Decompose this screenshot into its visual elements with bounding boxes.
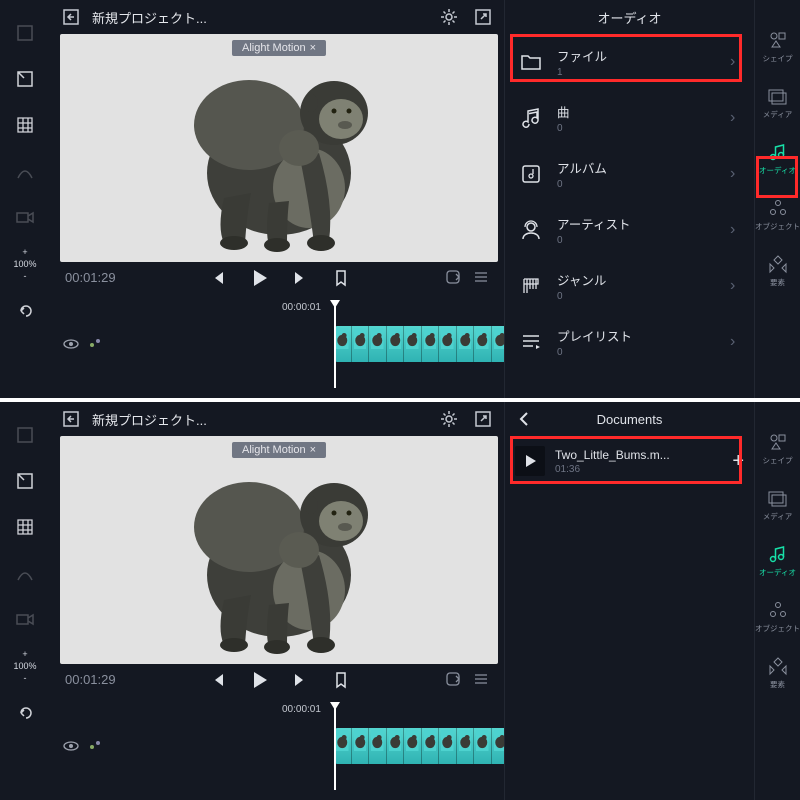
visibility-icon[interactable]: [62, 335, 80, 353]
audio-item-playlists[interactable]: プレイリスト0 ›: [505, 314, 754, 370]
back-to-projects-icon[interactable]: [60, 6, 82, 28]
transport-controls: [60, 262, 498, 294]
audio-file-item[interactable]: Two_Little_Bums.m... 01:36 +: [505, 436, 754, 486]
documents-panel: Documents Two_Little_Bums.m... 01:36 +: [504, 402, 754, 800]
undo-icon[interactable]: [10, 698, 40, 728]
canvas-viewport[interactable]: Alight Motion×: [60, 436, 498, 664]
chevron-right-icon: ›: [730, 109, 740, 127]
album-icon: [519, 162, 543, 186]
top-bar: 新規プロジェクト...: [50, 0, 504, 34]
right-tab-bar: シェイプ メディア オーディオ オブジェクト 要素: [754, 0, 800, 398]
timeline-timestamp: 00:00:01: [282, 704, 321, 715]
preview-play-icon[interactable]: [515, 446, 545, 476]
tab-audio[interactable]: オーディオ: [759, 544, 796, 578]
folder-icon: [519, 50, 543, 74]
canvas-content: [169, 53, 389, 253]
export-icon[interactable]: [472, 6, 494, 28]
chevron-right-icon: ›: [730, 165, 740, 183]
tab-object[interactable]: オブジェクト: [755, 198, 800, 232]
chevron-right-icon: ›: [730, 277, 740, 295]
go-end-icon[interactable]: [292, 671, 310, 689]
app-screenshot-top: +100%- 新規プロジェクト... Alight Motion× 00:01:…: [0, 0, 800, 398]
export-icon[interactable]: [472, 408, 494, 430]
back-chevron-icon[interactable]: [515, 410, 533, 428]
file-name: Two_Little_Bums.m...: [555, 448, 695, 462]
play-icon[interactable]: [248, 267, 270, 289]
settings-icon[interactable]: [438, 408, 460, 430]
tool-transform-icon[interactable]: [10, 420, 40, 450]
tab-element[interactable]: 要素: [768, 656, 788, 690]
tool-fold-icon[interactable]: [10, 64, 40, 94]
bookmark-icon[interactable]: [332, 671, 350, 689]
tool-bezier-icon[interactable]: [10, 558, 40, 588]
settings-icon[interactable]: [438, 6, 460, 28]
go-end-icon[interactable]: [292, 269, 310, 287]
tab-shape[interactable]: シェイプ: [763, 432, 793, 466]
artist-icon: [519, 218, 543, 242]
audio-item-artists[interactable]: アーティスト0 ›: [505, 202, 754, 258]
chevron-right-icon: ›: [730, 53, 740, 71]
go-start-icon[interactable]: [208, 671, 226, 689]
timeline[interactable]: 00:00:01: [60, 702, 498, 800]
go-start-icon[interactable]: [208, 269, 226, 287]
left-toolbar: +100%-: [0, 402, 50, 800]
tool-grid-icon[interactable]: [10, 512, 40, 542]
canvas-content: [169, 455, 389, 655]
project-name[interactable]: 新規プロジェクト...: [92, 410, 207, 429]
playlist-icon: [519, 330, 543, 354]
add-to-timeline-icon[interactable]: +: [732, 450, 744, 473]
transport-controls: [60, 664, 498, 696]
documents-panel-title: Documents: [505, 402, 754, 436]
timeline-options-icon[interactable]: [472, 268, 490, 286]
audio-item-albums[interactable]: アルバム0 ›: [505, 146, 754, 202]
zoom-control[interactable]: +100%-: [13, 246, 36, 282]
timeline-timestamp: 00:00:01: [282, 302, 321, 313]
bookmark-icon[interactable]: [332, 269, 350, 287]
right-tab-bar: シェイプ メディア オーディオ オブジェクト 要素: [754, 402, 800, 800]
chevron-right-icon: ›: [730, 221, 740, 239]
tool-transform-icon[interactable]: [10, 18, 40, 48]
loop-icon[interactable]: [444, 268, 462, 286]
back-to-projects-icon[interactable]: [60, 408, 82, 430]
zoom-control[interactable]: +100%-: [13, 648, 36, 684]
play-icon[interactable]: [248, 669, 270, 691]
file-duration: 01:36: [555, 464, 722, 475]
audio-item-genres[interactable]: ジャンル0 ›: [505, 258, 754, 314]
app-screenshot-bottom: +100%- 新規プロジェクト... Alight Motion× 00:01:…: [0, 402, 800, 800]
loop-icon[interactable]: [444, 670, 462, 688]
top-bar: 新規プロジェクト...: [50, 402, 504, 436]
tab-media[interactable]: メディア: [763, 488, 792, 522]
tool-camera-icon[interactable]: [10, 202, 40, 232]
layer-style-icon[interactable]: [88, 737, 104, 755]
audio-panel: オーディオ ファイル1 › 曲0 › アルバム0 › アーティスト0 › ジャン…: [504, 0, 754, 398]
playhead[interactable]: [334, 702, 336, 790]
project-name[interactable]: 新規プロジェクト...: [92, 8, 207, 27]
genre-icon: [519, 274, 543, 298]
audio-panel-title: オーディオ: [505, 0, 754, 34]
left-toolbar: +100%-: [0, 0, 50, 398]
playhead[interactable]: [334, 300, 336, 388]
tab-media[interactable]: メディア: [763, 86, 792, 120]
timeline[interactable]: 00:00:01: [60, 300, 498, 398]
tab-object[interactable]: オブジェクト: [755, 600, 800, 634]
tab-element[interactable]: 要素: [768, 254, 788, 288]
tab-shape[interactable]: シェイプ: [763, 30, 793, 64]
audio-item-songs[interactable]: 曲0 ›: [505, 90, 754, 146]
undo-icon[interactable]: [10, 296, 40, 326]
tool-fold-icon[interactable]: [10, 466, 40, 496]
timeline-options-icon[interactable]: [472, 670, 490, 688]
audio-item-file[interactable]: ファイル1 ›: [505, 34, 754, 90]
tool-bezier-icon[interactable]: [10, 156, 40, 186]
chevron-right-icon: ›: [730, 333, 740, 351]
music-note-icon: [519, 106, 543, 130]
canvas-viewport[interactable]: Alight Motion×: [60, 34, 498, 262]
visibility-icon[interactable]: [62, 737, 80, 755]
layer-style-icon[interactable]: [88, 335, 104, 353]
tool-grid-icon[interactable]: [10, 110, 40, 140]
tool-camera-icon[interactable]: [10, 604, 40, 634]
tab-audio[interactable]: オーディオ: [759, 142, 796, 176]
